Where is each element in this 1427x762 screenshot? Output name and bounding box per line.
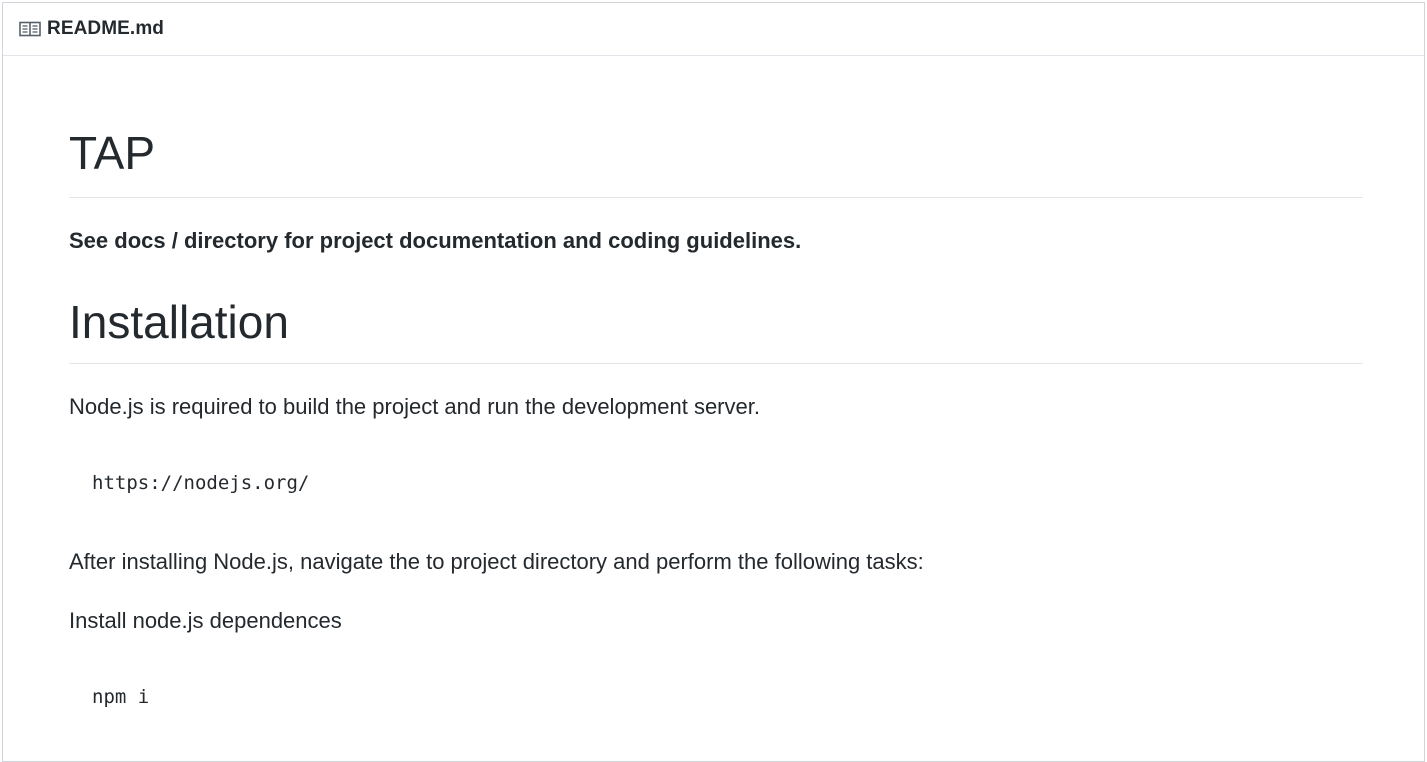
readme-container: README.md TAP See docs / directory for p… [2,2,1425,762]
readme-filename: README.md [47,18,165,39]
node-required-paragraph: Node.js is required to build the project… [69,394,760,419]
after-install-paragraph: After installing Node.js, navigate the t… [69,549,924,574]
intro-paragraph: See docs / directory for project documen… [69,228,802,253]
title-heading: TAP [69,128,1363,198]
readme-header: README.md [3,3,1424,56]
installation-heading: Installation [69,294,1363,364]
book-icon [19,21,41,37]
node-url-code: https://nodejs.org/ [92,472,310,494]
install-deps-paragraph: Install node.js dependences [69,608,342,633]
npm-command-code: npm i [92,686,150,708]
